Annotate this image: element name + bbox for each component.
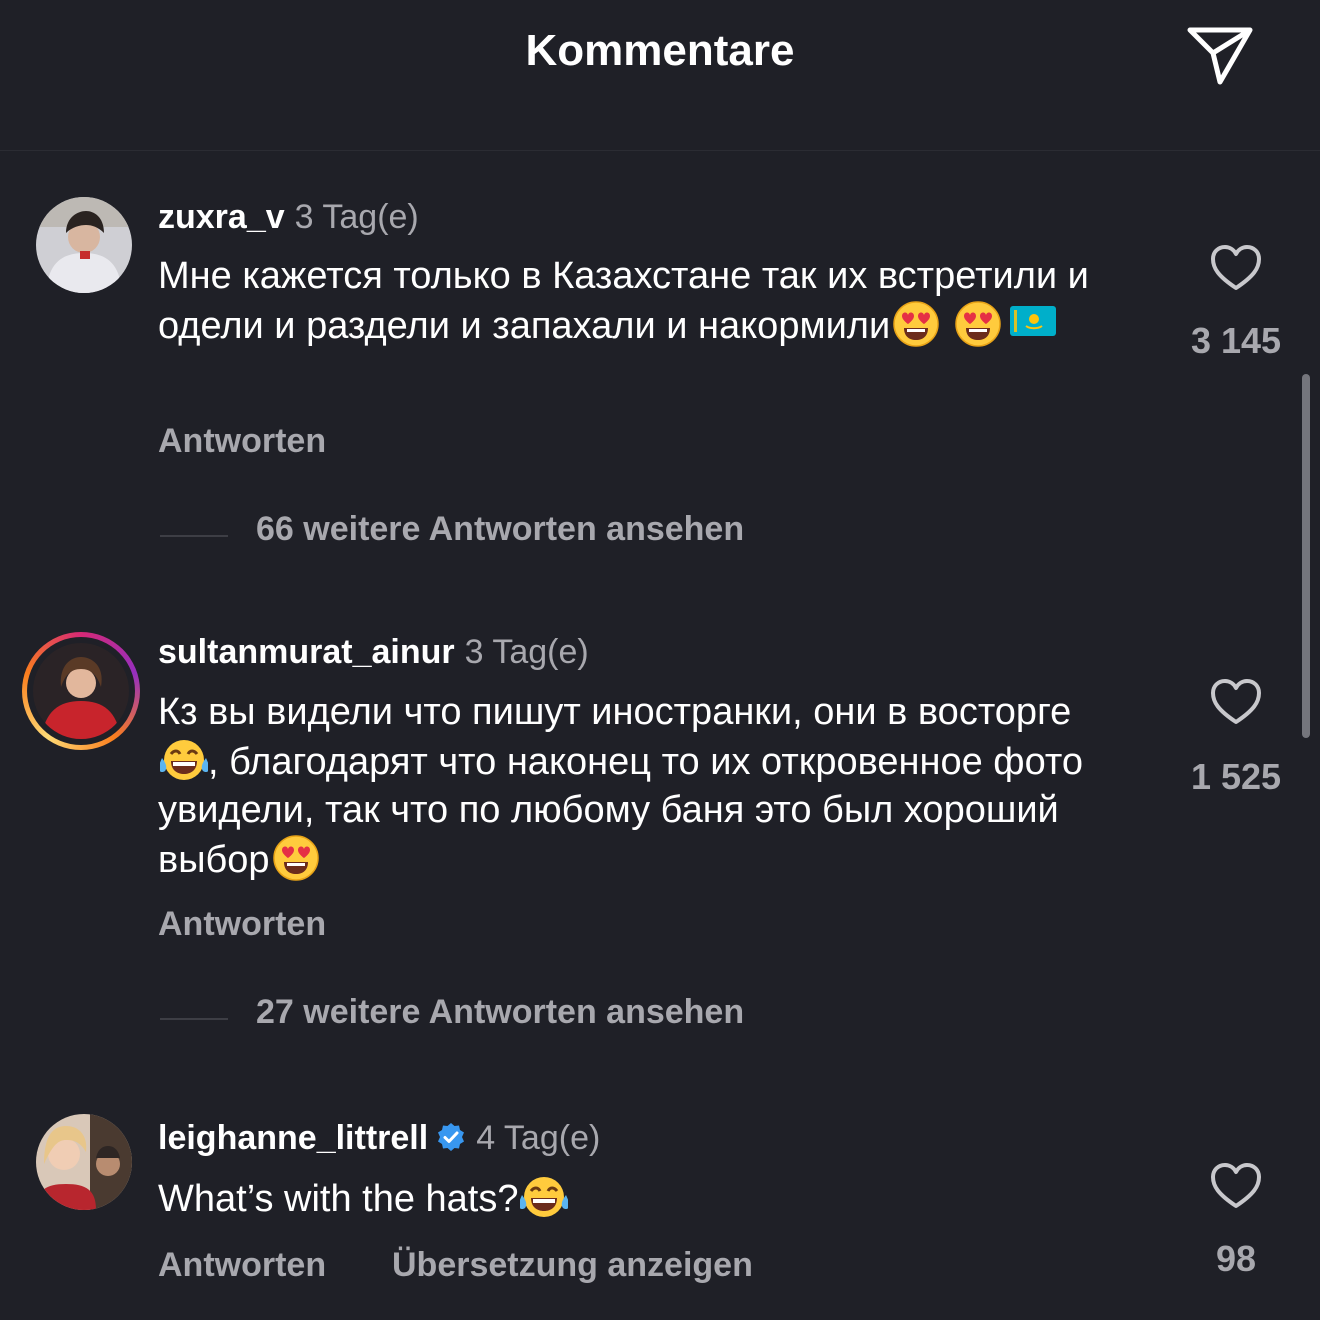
comment-meta: zuxra_v 3 Tag(e)	[158, 198, 419, 237]
divider-line	[160, 535, 228, 537]
reply-button[interactable]: Antworten	[158, 422, 326, 461]
heart-eyes-emoji	[892, 300, 940, 348]
heart-icon[interactable]	[1210, 244, 1262, 292]
comment-meta: leighanne_littrell 4 Tag(e)	[158, 1119, 600, 1158]
paper-plane-icon	[1187, 27, 1253, 85]
tears-of-joy-emoji	[160, 736, 208, 784]
comment-text: Кз вы видели что пишут иностранки, они в…	[158, 688, 1118, 884]
verified-badge-icon	[438, 1123, 465, 1151]
page-title: Kommentare	[525, 26, 795, 75]
comment-text: Мне кажется только в Казахстане так их в…	[158, 252, 1138, 350]
reply-button[interactable]: Antworten	[158, 905, 326, 944]
username[interactable]: leighanne_littrell	[158, 1119, 428, 1157]
like-count: 98	[1215, 1238, 1257, 1279]
username[interactable]: sultanmurat_ainur	[158, 633, 455, 671]
kazakhstan-flag-emoji	[1010, 306, 1057, 336]
avatar	[33, 643, 129, 739]
heart-eyes-emoji	[272, 834, 320, 882]
view-more-replies[interactable]: 27 weitere Antworten ansehen	[160, 993, 820, 1043]
tears-of-joy-emoji	[520, 1173, 568, 1221]
avatar[interactable]	[36, 197, 132, 293]
heart-icon[interactable]	[1210, 1162, 1262, 1210]
like-count: 1 525	[1190, 756, 1282, 797]
heart-icon[interactable]	[1210, 678, 1262, 726]
heart-eyes-emoji	[954, 300, 1002, 348]
more-replies-label: 66 weitere Antworten ansehen	[256, 510, 745, 548]
timestamp: 3 Tag(e)	[464, 633, 589, 671]
comment-meta: sultanmurat_ainur 3 Tag(e)	[158, 633, 589, 672]
comments-header: Kommentare	[0, 0, 1320, 151]
like-count: 3 145	[1190, 320, 1282, 361]
username[interactable]: zuxra_v	[158, 198, 285, 236]
scrollbar[interactable]	[1302, 374, 1310, 738]
reply-button[interactable]: Antworten	[158, 1246, 326, 1285]
timestamp: 4 Tag(e)	[476, 1119, 601, 1157]
see-translation-button[interactable]: Übersetzung anzeigen	[392, 1246, 753, 1285]
more-replies-label: 27 weitere Antworten ansehen	[256, 993, 745, 1031]
comment-body: What’s with the hats?	[158, 1178, 519, 1220]
story-ring[interactable]	[22, 632, 140, 750]
avatar[interactable]	[36, 1114, 132, 1210]
comment-text: What’s with the hats?	[158, 1173, 1138, 1223]
timestamp: 3 Tag(e)	[294, 198, 419, 236]
divider-line	[160, 1018, 228, 1020]
comment-body-part1: Кз вы видели что пишут иностранки, они в…	[158, 691, 1072, 733]
view-more-replies[interactable]: 66 weitere Antworten ansehen	[160, 510, 820, 560]
share-button[interactable]	[1180, 20, 1260, 90]
comment-body: Мне кажется только в Казахстане так их в…	[158, 255, 1089, 347]
